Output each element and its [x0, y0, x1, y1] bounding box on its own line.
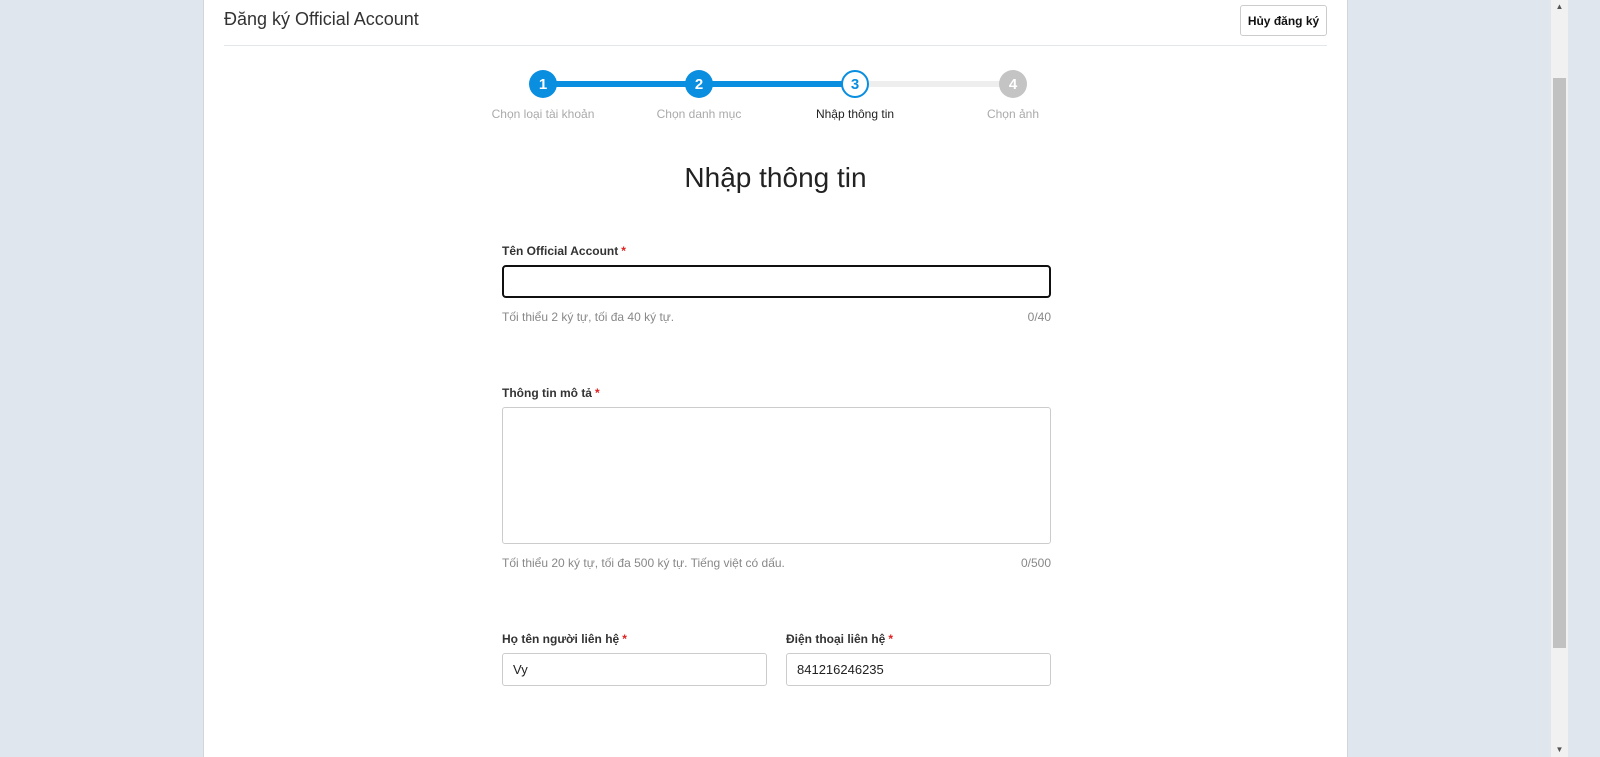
page-title: Đăng ký Official Account: [224, 9, 419, 29]
contact-phone-label: Điện thoại liên hệ *: [786, 632, 894, 646]
step-1-label: Chọn loại tài khoản: [491, 107, 595, 121]
oa-name-counter: 0/40: [1027, 310, 1051, 324]
description-hint: Tối thiểu 20 ký tự, tối đa 500 ký tự. Ti…: [502, 556, 785, 570]
step-connector-3-4: [869, 81, 1014, 87]
scroll-down-arrow-icon[interactable]: ▼: [1551, 743, 1568, 757]
step-connector-2-3: [713, 81, 855, 87]
step-3-circle: 3: [841, 70, 869, 98]
oa-name-label: Tên Official Account *: [502, 244, 626, 258]
step-2-label: Chọn danh mục: [656, 107, 742, 121]
description-textarea[interactable]: [502, 407, 1051, 544]
cancel-registration-button[interactable]: Hủy đăng ký: [1240, 5, 1327, 36]
step-4-circle: 4: [999, 70, 1027, 98]
form-heading: Nhập thông tin: [684, 162, 867, 193]
scroll-up-arrow-icon[interactable]: ▲: [1551, 0, 1568, 14]
step-2-circle: 2: [685, 70, 713, 98]
description-label: Thông tin mô tả *: [502, 386, 600, 400]
contact-name-label: Họ tên người liên hệ *: [502, 632, 627, 646]
step-4-label: Chọn ảnh: [986, 107, 1040, 121]
page-header: Đăng ký Official Account Hủy đăng ký: [224, 0, 1327, 46]
description-counter: 0/500: [1020, 556, 1051, 570]
scrollbar-thumb[interactable]: [1553, 78, 1566, 648]
oa-name-input[interactable]: [501, 264, 1052, 299]
vertical-scrollbar[interactable]: ▲ ▼: [1551, 0, 1568, 757]
oa-name-hint: Tối thiểu 2 ký tự, tối đa 40 ký tự.: [502, 310, 675, 324]
registration-page: Đăng ký Official Account Hủy đăng ký 1 2…: [203, 0, 1348, 757]
contact-phone-input[interactable]: [786, 653, 1051, 686]
step-1-circle: 1: [529, 70, 557, 98]
contact-name-input[interactable]: [502, 653, 767, 686]
step-3-label: Nhập thông tin: [815, 107, 895, 121]
